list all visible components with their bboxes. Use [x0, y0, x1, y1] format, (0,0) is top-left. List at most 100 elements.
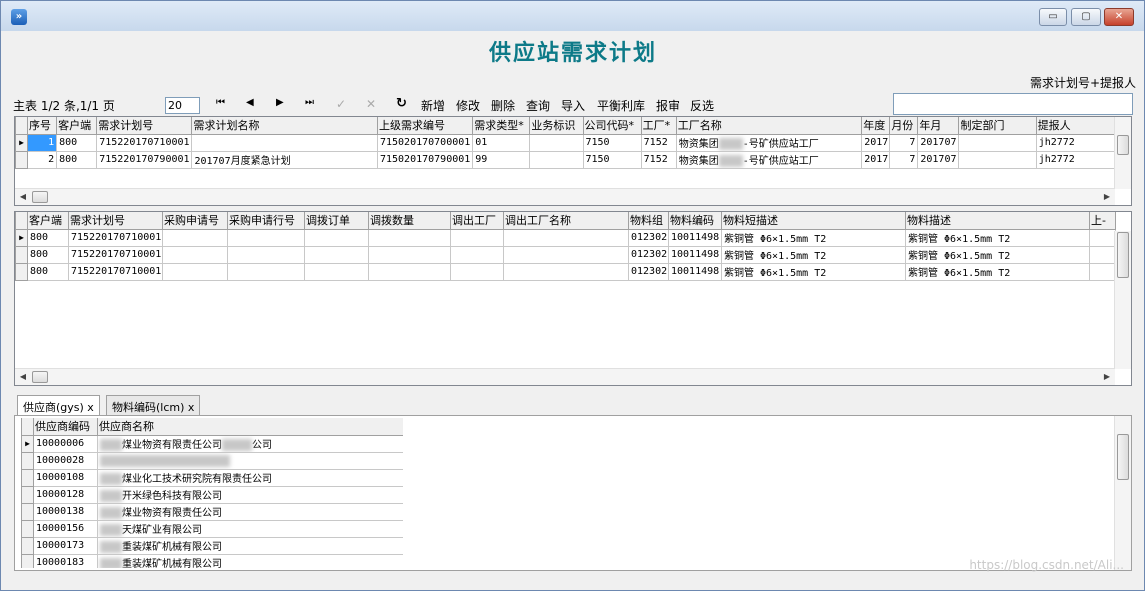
cell[interactable] — [97, 451, 403, 470]
cell[interactable] — [450, 262, 504, 281]
cell[interactable]: 重装煤矿机械有限公司 — [97, 536, 403, 555]
report-button[interactable]: 报审 — [656, 97, 680, 114]
invert-select-button[interactable]: 反选 — [690, 97, 714, 114]
tab-material-code[interactable]: 物料编码(lcm) x — [106, 395, 201, 415]
cell[interactable]: 2017 — [861, 133, 891, 152]
first-page-icon[interactable]: ⏮ — [216, 97, 225, 108]
cell[interactable] — [1089, 228, 1116, 247]
cell[interactable] — [227, 262, 305, 281]
col-header[interactable]: 需求类型* — [472, 117, 531, 135]
cell[interactable] — [503, 245, 629, 264]
cell[interactable]: 715220170710001 — [68, 245, 163, 264]
cell[interactable] — [304, 245, 369, 264]
detail-grid[interactable]: 客户端 需求计划号 采购申请号 采购申请行号 调拨订单 调拨数量 调出工厂 调出… — [14, 211, 1132, 386]
close-button[interactable]: ✕ — [1104, 8, 1134, 26]
cell[interactable]: 10000138 — [33, 502, 98, 521]
cell[interactable] — [958, 133, 1037, 152]
col-header[interactable]: 提报人 — [1035, 117, 1116, 135]
table-row[interactable]: 2 800 715220170790001 201707月度紧急计划 71502… — [15, 150, 1116, 169]
cell[interactable]: 10000173 — [33, 536, 98, 555]
col-header[interactable]: 序号 — [27, 117, 58, 135]
cell[interactable] — [368, 245, 451, 264]
master-horizontal-scrollbar[interactable]: ◀ ▶ — [15, 188, 1115, 205]
cell[interactable]: 紫铜管 Φ6×1.5mm T2 — [721, 245, 906, 264]
col-header[interactable]: 公司代码* — [582, 117, 642, 135]
supplier-grid[interactable]: 供应商编码 供应商名称 ▶ 10000006 煤业物资有限责任公司 公司 100000… — [21, 418, 403, 568]
cell[interactable] — [304, 262, 369, 281]
cell[interactable]: 2 — [27, 150, 58, 169]
cell[interactable]: 10011498 — [668, 228, 722, 247]
page-size-input[interactable] — [165, 97, 200, 114]
cell[interactable]: 012302 — [628, 245, 669, 264]
scroll-left-icon[interactable]: ◀ — [15, 372, 31, 381]
edit-button[interactable]: 修改 — [456, 97, 480, 114]
cell[interactable] — [1089, 262, 1116, 281]
cell[interactable]: 800 — [27, 262, 69, 281]
col-header[interactable]: 物料编码 — [668, 212, 722, 230]
balance-button[interactable]: 平衡利库 — [597, 97, 645, 114]
cell[interactable] — [1089, 245, 1116, 264]
cell[interactable]: jh2772 — [1035, 150, 1116, 169]
cell[interactable]: 800 — [27, 228, 69, 247]
master-grid[interactable]: 序号 客户端 需求计划号 需求计划名称 上级需求编号 需求类型* 业务标识 公司… — [14, 116, 1132, 206]
cell[interactable] — [304, 228, 369, 247]
cell[interactable]: 7 — [889, 133, 919, 152]
cell[interactable]: 10000028 — [33, 451, 98, 470]
search-input[interactable] — [893, 93, 1133, 115]
table-row[interactable]: 10000156 天煤矿业有限公司 — [21, 519, 403, 538]
cell[interactable]: 紫铜管 Φ6×1.5mm T2 — [905, 245, 1090, 264]
cell[interactable]: 紫铜管 Φ6×1.5mm T2 — [721, 262, 906, 281]
cell[interactable]: 煤业物资有限责任公司 公司 — [97, 434, 403, 453]
cell[interactable] — [958, 150, 1037, 169]
col-header[interactable]: 月份 — [889, 117, 919, 135]
cell[interactable] — [191, 133, 378, 152]
scroll-thumb[interactable] — [32, 371, 48, 383]
col-header[interactable]: 调出工厂 — [450, 212, 504, 230]
col-header[interactable]: 客户端 — [27, 212, 69, 230]
cell[interactable]: 2017 — [861, 150, 891, 169]
col-header[interactable]: 需求计划号 — [68, 212, 163, 230]
cell[interactable] — [529, 150, 584, 169]
col-header[interactable]: 物料组 — [628, 212, 669, 230]
col-header[interactable]: 调拨订单 — [304, 212, 369, 230]
cell[interactable]: 715020170700001 — [376, 133, 474, 152]
next-page-icon[interactable]: ▶ — [276, 97, 284, 108]
cell[interactable]: 7152 — [640, 150, 677, 169]
cell[interactable] — [227, 245, 305, 264]
cell[interactable]: 715220170710001 — [68, 262, 163, 281]
cell[interactable] — [450, 245, 504, 264]
cell[interactable]: 201707 — [917, 150, 960, 169]
cell[interactable]: 紫铜管 Φ6×1.5mm T2 — [721, 228, 906, 247]
cell[interactable]: 重装煤矿机械有限公司 — [97, 553, 403, 568]
delete-button[interactable]: 删除 — [491, 97, 515, 114]
cell[interactable]: 800 — [56, 150, 98, 169]
cell[interactable]: 012302 — [628, 228, 669, 247]
cell[interactable]: 10000183 — [33, 553, 98, 568]
cell[interactable]: 10000156 — [33, 519, 98, 538]
minimize-button[interactable]: ▭ — [1039, 8, 1067, 26]
col-header[interactable]: 工厂名称 — [675, 117, 863, 135]
detail-horizontal-scrollbar[interactable]: ◀ ▶ — [15, 368, 1115, 385]
cell[interactable]: 10011498 — [668, 245, 722, 264]
table-row[interactable]: 10000108 煤业化工技术研究院有限责任公司 — [21, 468, 403, 487]
table-row[interactable]: 800 715220170710001 012302 10011498 紫铜管 … — [15, 245, 1116, 264]
cell[interactable]: 开米绿色科技有限公司 — [97, 485, 403, 504]
col-header[interactable]: 客户端 — [56, 117, 98, 135]
refresh-icon[interactable]: ↻ — [396, 96, 407, 111]
col-header[interactable]: 工厂* — [640, 117, 677, 135]
cell[interactable] — [450, 228, 504, 247]
table-row[interactable]: 10000183 重装煤矿机械有限公司 — [21, 553, 403, 568]
cell[interactable]: 715220170710001 — [68, 228, 163, 247]
col-header[interactable]: 供应商编码 — [33, 418, 98, 436]
cell[interactable]: 99 — [472, 150, 531, 169]
cell[interactable]: jh2772 — [1035, 133, 1116, 152]
cell[interactable]: 01 — [472, 133, 531, 152]
cell[interactable]: 紫铜管 Φ6×1.5mm T2 — [905, 262, 1090, 281]
supplier-vertical-scrollbar[interactable] — [1114, 416, 1131, 570]
cell[interactable] — [162, 228, 228, 247]
cell[interactable]: 201707 — [917, 133, 960, 152]
cell[interactable]: 715220170790001 — [96, 150, 193, 169]
cell[interactable] — [368, 228, 451, 247]
cell[interactable] — [162, 245, 228, 264]
cell[interactable]: 201707月度紧急计划 — [191, 150, 378, 169]
